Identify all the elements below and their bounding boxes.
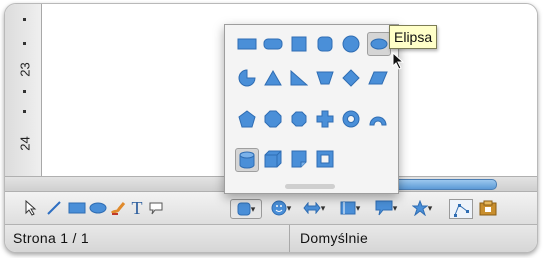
right-triangle-shape-icon[interactable] xyxy=(288,67,310,89)
block-arrows-icon[interactable]: ▾ xyxy=(299,199,329,217)
rounded-square-shape-icon[interactable] xyxy=(314,33,336,55)
drawing-toolbar: T ▾ ▾ ▾ ▾ ▾ ▾ xyxy=(5,192,537,225)
ruler-mark-24: 24 xyxy=(17,136,33,151)
basic-shapes-icon[interactable]: ▾ xyxy=(230,199,262,219)
octagon-shape-icon[interactable] xyxy=(262,108,284,130)
freeform-icon[interactable] xyxy=(109,199,127,217)
can-shape-icon[interactable] xyxy=(235,148,259,172)
vertical-ruler: 23 24 xyxy=(5,4,42,176)
square-shape-icon[interactable] xyxy=(288,33,310,55)
page-indicator: Strona 1 / 1 xyxy=(13,230,89,246)
status-bar: Strona 1 / 1 Domyślnie xyxy=(5,225,537,252)
from-file-icon[interactable] xyxy=(477,199,499,217)
callout-icon[interactable] xyxy=(147,199,165,217)
parallelogram-shape-icon[interactable] xyxy=(367,67,389,89)
rectangle-icon[interactable] xyxy=(67,199,87,217)
tooltip: Elipsa xyxy=(389,25,438,49)
frame-shape-icon[interactable] xyxy=(314,148,336,170)
folded-corner-shape-icon[interactable] xyxy=(288,148,310,170)
pentagon-shape-icon[interactable] xyxy=(236,108,258,130)
circle-pie-shape-icon[interactable] xyxy=(236,67,258,89)
basic-shapes-palette xyxy=(224,24,399,194)
cube-shape-icon[interactable] xyxy=(262,148,284,170)
isosceles-triangle-shape-icon[interactable] xyxy=(262,67,284,89)
block-arc-shape-icon[interactable] xyxy=(367,108,389,130)
ruler-tick xyxy=(23,42,26,45)
rounded-rectangle-shape-icon[interactable] xyxy=(262,33,284,55)
text-icon[interactable]: T xyxy=(129,198,145,218)
flowchart-icon[interactable]: ▾ xyxy=(335,199,365,217)
trapezoid-shape-icon[interactable] xyxy=(314,67,336,89)
palette-drag-handle[interactable] xyxy=(285,184,335,189)
line-icon[interactable] xyxy=(45,199,63,217)
stars-icon[interactable]: ▾ xyxy=(407,199,437,217)
callouts-icon[interactable]: ▾ xyxy=(371,199,401,217)
page-style[interactable]: Domyślnie xyxy=(300,230,368,246)
ellipse-icon[interactable] xyxy=(89,199,107,217)
diamond-shape-icon[interactable] xyxy=(340,67,362,89)
ruler-mark-23: 23 xyxy=(17,62,33,77)
rectangle-shape-icon[interactable] xyxy=(236,33,258,55)
ellipse-shape-icon[interactable] xyxy=(367,32,391,56)
symbol-shapes-icon[interactable]: ▾ xyxy=(267,199,295,217)
mouse-cursor-icon xyxy=(392,51,405,75)
status-divider xyxy=(289,225,290,252)
cross-shape-icon[interactable] xyxy=(314,108,336,130)
ruler-tick xyxy=(23,110,26,113)
ring-shape-icon[interactable] xyxy=(340,108,362,130)
ruler-tick xyxy=(23,18,26,21)
ruler-tick xyxy=(23,90,26,93)
select-arrow-icon[interactable] xyxy=(23,199,39,217)
circle-shape-icon[interactable] xyxy=(340,33,362,55)
points-icon[interactable] xyxy=(449,199,473,219)
octagon-small-shape-icon[interactable] xyxy=(288,108,310,130)
